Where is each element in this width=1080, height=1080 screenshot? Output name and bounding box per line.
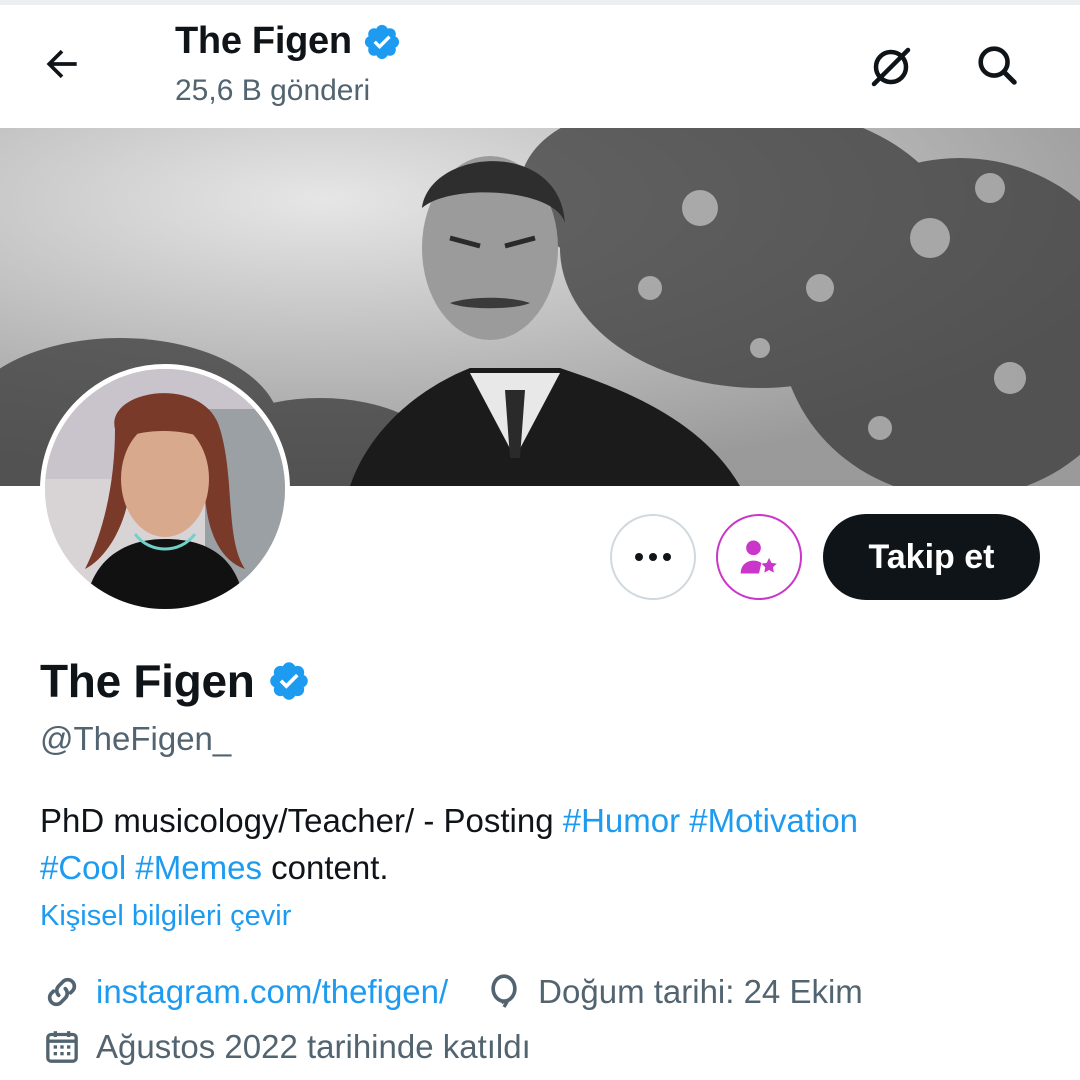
search-icon xyxy=(978,46,1017,85)
post-count: 25,6 B gönderi xyxy=(175,74,371,107)
back-button[interactable] xyxy=(36,38,88,90)
profile-joined: Ağustos 2022 tarihinde katıldı xyxy=(40,1025,531,1069)
hashtag-humor[interactable]: #Humor xyxy=(563,802,680,839)
avatar[interactable] xyxy=(40,364,290,614)
display-name: The Figen xyxy=(40,655,255,707)
verified-badge-icon[interactable] xyxy=(267,659,311,703)
link-icon xyxy=(40,970,84,1014)
more-options-button[interactable] xyxy=(610,514,696,600)
hashtag-motivation[interactable]: #Motivation xyxy=(689,802,858,839)
user-handle: @TheFigen_ xyxy=(40,720,232,757)
profile-meta: instagram.com/thefigen/ Doğum tarihi: 24… xyxy=(40,970,863,1014)
grok-icon xyxy=(871,47,911,87)
follow-button[interactable]: Takip et xyxy=(823,514,1040,600)
avatar-image xyxy=(45,369,285,609)
arrow-left-icon xyxy=(46,49,77,79)
profile-name: The Figen xyxy=(40,654,311,708)
header-title-text: The Figen xyxy=(175,20,352,62)
translate-bio-link[interactable]: Kişisel bilgileri çevir xyxy=(40,900,291,933)
hashtag-memes[interactable]: #Memes xyxy=(135,849,262,886)
bio-text-end: content. xyxy=(261,849,389,886)
verified-badge-icon xyxy=(364,24,399,59)
header-title: The Figen xyxy=(175,20,402,63)
more-dots-icon xyxy=(635,553,671,561)
bio-text: PhD musicology/Teacher/ - Posting xyxy=(40,802,563,839)
subscribe-button[interactable] xyxy=(716,514,802,600)
balloon-icon xyxy=(482,970,526,1014)
birthday-text: Doğum tarihi: 24 Ekim xyxy=(538,973,863,1010)
website-link[interactable]: instagram.com/thefigen/ xyxy=(96,973,448,1011)
joined-date-text: Ağustos 2022 tarihinde katıldı xyxy=(96,1028,531,1065)
hashtag-cool[interactable]: #Cool xyxy=(40,849,126,886)
top-bar: The Figen 25,6 B gönderi xyxy=(0,0,1080,128)
top-divider xyxy=(0,0,1080,5)
grok-button[interactable] xyxy=(862,38,920,96)
subscribe-star-icon xyxy=(740,540,777,574)
search-button[interactable] xyxy=(968,36,1026,94)
calendar-icon xyxy=(40,1025,84,1069)
profile-bio: PhD musicology/Teacher/ - Posting #Humor… xyxy=(40,797,1040,891)
